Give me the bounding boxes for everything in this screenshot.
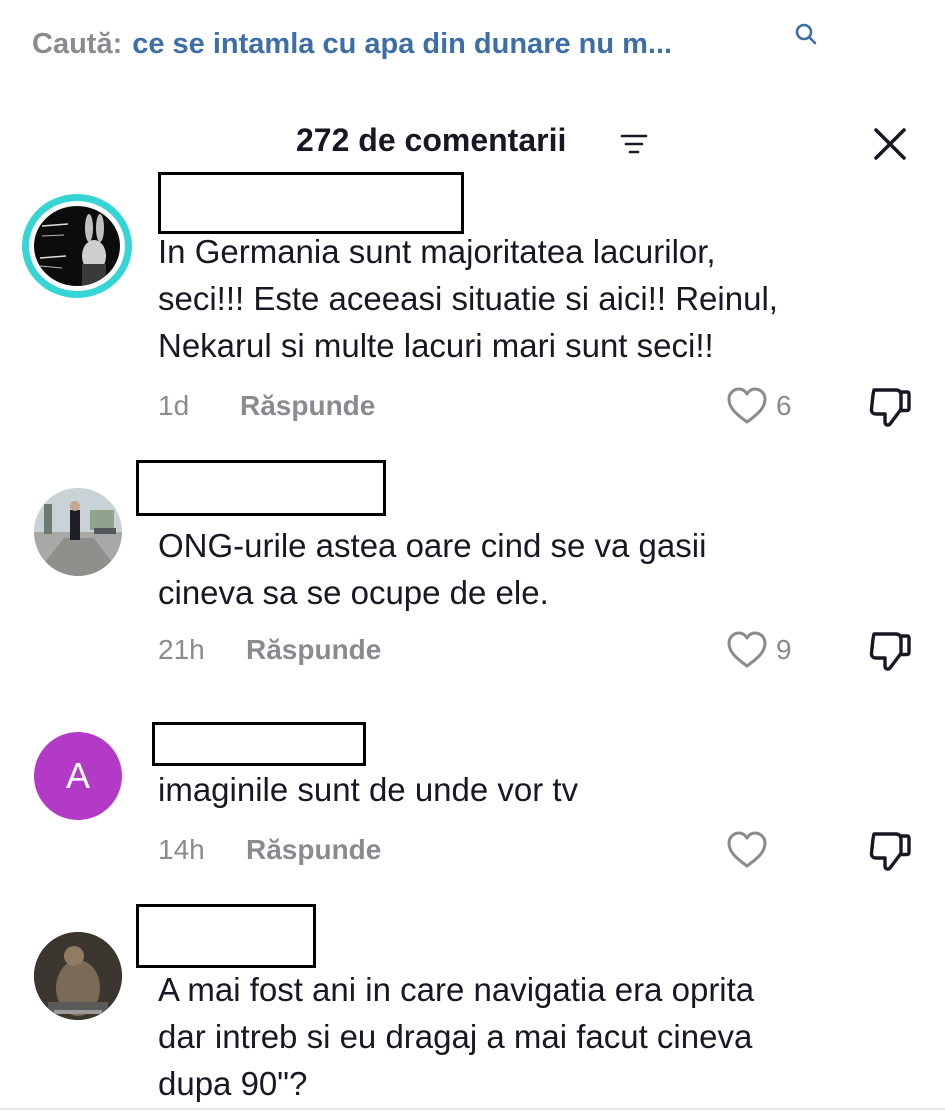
search-icon[interactable]: [794, 22, 818, 46]
comments-header: 272 de comentarii: [0, 116, 945, 166]
comment-text-line: ONG-urile astea oare cind se va gasii: [158, 527, 707, 564]
sort-icon[interactable]: [620, 132, 648, 156]
username-redacted[interactable]: [152, 722, 366, 766]
comment-text-line: dar intreb si eu dragaj a mai facut cine…: [158, 1018, 753, 1055]
comment-text: In Germania sunt majoritatea lacurilor, …: [158, 228, 778, 369]
username-redacted[interactable]: [136, 460, 386, 516]
search-label: Caută:: [32, 27, 123, 60]
comment-text-line: seci!!! Este aceeasi situatie si aici!! …: [158, 280, 778, 317]
username-redacted[interactable]: [136, 904, 316, 968]
thumbs-down-icon[interactable]: [866, 384, 914, 430]
comment-text: imaginile sunt de unde vor tv: [158, 766, 578, 813]
bugs-bunny-avatar[interactable]: [22, 194, 132, 298]
bottom-divider: [0, 1108, 945, 1110]
username-redacted[interactable]: [158, 172, 464, 234]
letter-avatar[interactable]: A: [34, 732, 122, 820]
heart-icon[interactable]: [726, 386, 768, 426]
heart-icon[interactable]: [726, 630, 768, 670]
person-photo-avatar[interactable]: [34, 488, 122, 576]
comment-text: ONG-urile astea oare cind se va gasii ci…: [158, 522, 706, 616]
comment-time: 1d: [158, 390, 190, 421]
like-count: 6: [776, 390, 792, 421]
comment-text-line: imaginile sunt de unde vor tv: [158, 771, 579, 808]
search-bar[interactable]: Caută: ce se intamla cu apa din dunare n…: [32, 22, 672, 66]
search-query[interactable]: ce se intamla cu apa din dunare nu m...: [132, 28, 672, 61]
thumbs-down-icon[interactable]: [866, 828, 914, 874]
comment-text-line: In Germania sunt majoritatea lacurilor,: [158, 233, 716, 270]
thumbs-down-icon[interactable]: [866, 628, 914, 674]
reply-button[interactable]: Răspunde: [246, 634, 381, 666]
like-count: 9: [776, 634, 792, 665]
comment-text-line: A mai fost ani in care navigatia era opr…: [158, 971, 755, 1008]
comment-text-line: Nekarul si multe lacuri mari sunt seci!!: [158, 327, 714, 364]
comment-time: 21h: [158, 634, 205, 665]
avatar-letter: A: [65, 755, 90, 796]
statue-photo-avatar[interactable]: [34, 932, 122, 1020]
comment-meta: 14h Răspunde: [158, 831, 928, 871]
reply-button[interactable]: Răspunde: [246, 834, 381, 866]
comment-time: 14h: [158, 834, 205, 865]
comment-text-line: cineva sa se ocupe de ele.: [158, 574, 549, 611]
comment-text-line: dupa 90"?: [158, 1065, 308, 1102]
close-icon[interactable]: [866, 120, 914, 168]
comments-count-title: 272 de comentarii: [296, 122, 567, 158]
comment-meta: 21h Răspunde 9: [158, 631, 928, 671]
reply-button[interactable]: Răspunde: [240, 390, 375, 422]
comment-meta: 1d Răspunde 6: [158, 387, 928, 427]
heart-icon[interactable]: [726, 830, 768, 870]
comment-text: A mai fost ani in care navigatia era opr…: [158, 966, 754, 1107]
